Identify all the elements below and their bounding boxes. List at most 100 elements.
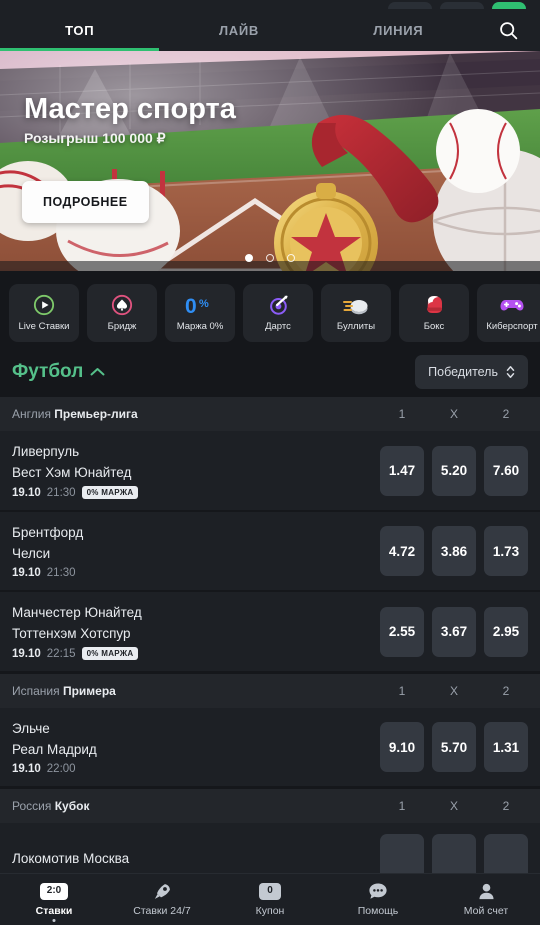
odds-col-1: 1 [398,684,406,699]
odd-button-x[interactable]: 5.20 [432,445,476,496]
nav-item-coupon[interactable]: 0 Купон [216,874,324,925]
odd-button-x[interactable]: 5.70 [432,722,476,773]
sport-name-label: Футбол [12,361,84,382]
odd-button-1[interactable]: 2.55 [380,606,424,657]
tab-line[interactable]: ЛИНИЯ [319,9,478,51]
odd-button-x[interactable]: 3.67 [432,606,476,657]
chevron-updown-icon [506,366,515,378]
odd-button-1[interactable]: 4.72 [380,526,424,577]
odds-group: 1.47 5.20 7.60 [380,445,528,496]
nav-item-help[interactable]: Помощь [324,874,432,925]
match-meta: 19.10 21:30 0% МАРЖА [12,486,370,500]
nav-item-my-account[interactable]: Мой счет [432,874,540,925]
odd-button-x[interactable]: 3.86 [432,526,476,577]
home-team: Брентфорд [12,525,84,541]
events-list[interactable]: Англия Премьер-лига 1 X 2 Ливерпуль Вест… [0,396,540,873]
banner-title: Мастер спорта [24,93,236,125]
league-country: Россия [12,799,52,814]
league-title: Англия Премьер-лига [12,407,138,421]
sport-collapse-toggle[interactable]: Футбол [12,361,105,383]
tab-sliver-1[interactable] [388,2,432,9]
match-teams: Локомотив Москва [12,849,370,870]
league-country: Испания [12,684,60,699]
category-bullets[interactable]: Буллиты [321,284,391,342]
odd-button-x[interactable] [432,834,476,873]
category-label: Буллиты [336,321,376,332]
odd-button-1[interactable] [380,834,424,873]
gamepad-icon [499,294,525,316]
market-selector[interactable]: Победитель [415,355,528,389]
nav-label: Ставки [35,904,73,917]
carousel-dot-3[interactable] [287,254,295,262]
category-bridge[interactable]: Бридж [87,284,157,342]
odd-button-2[interactable]: 1.73 [484,526,528,577]
category-label: Бокс [423,321,445,332]
category-label: Киберспорт [486,321,538,332]
odd-button-1[interactable]: 1.47 [380,445,424,496]
odds-column-headers: 1 X 2 [380,684,528,698]
home-team: Эльче [12,721,50,737]
match-teams: Эльче Реал Мадрид 19.10 22:00 [12,719,370,775]
category-label: Бридж [107,321,137,332]
nav-item-bets-247[interactable]: Ставки 24/7 [108,874,216,925]
person-icon [477,883,496,901]
quick-category-row[interactable]: Live Ставки Бридж 0 % Маржа 0% Дартс Бул… [0,279,540,347]
odds-column-headers: 1 X 2 [380,799,528,813]
tab-live[interactable]: ЛАЙВ [159,9,318,51]
category-zero-margin[interactable]: 0 % Маржа 0% [165,284,235,342]
category-boxing[interactable]: Бокс [399,284,469,342]
match-teams: Ливерпуль Вест Хэм Юнайтед 19.10 21:30 0… [12,442,370,500]
search-button[interactable] [478,9,540,51]
carousel-dot-2[interactable] [266,254,274,262]
home-team: Манчестер Юнайтед [12,605,142,621]
match-time: 22:00 [46,763,76,776]
league-header-england[interactable]: Англия Премьер-лига 1 X 2 [0,396,540,431]
league-header-russia[interactable]: Россия Кубок 1 X 2 [0,788,540,824]
coupon-count-container: 0 [259,883,281,901]
promo-banner[interactable]: Мастер спорта Розыгрыш 100 000 ₽ ПОДРОБН… [0,51,540,271]
odds-col-x: X [449,684,458,699]
zero-margin-badge: 0% МАРЖА [81,647,139,661]
banner-subtitle: Розыгрыш 100 000 ₽ [24,130,166,147]
away-team: Реал Мадрид [12,741,97,757]
match-row[interactable]: Локомотив Москва [0,823,540,873]
puck-icon [343,294,369,316]
match-row[interactable]: Брентфорд Челси 19.10 21:30 4.72 3.86 1.… [0,512,540,593]
odds-group [380,834,528,873]
odds-col-x: X [449,799,458,814]
odd-button-2[interactable]: 2.95 [484,606,528,657]
league-name: Кубок [54,799,90,814]
betting-app-screen: ТОП ЛАЙВ ЛИНИЯ Мастер спорта Розыгрыш 10… [0,0,540,925]
league-header-spain[interactable]: Испания Примера 1 X 2 [0,673,540,709]
tab-sliver-3[interactable] [492,2,526,9]
match-time: 21:30 [46,486,76,499]
rocket-icon [153,883,172,901]
tab-sliver-2[interactable] [440,2,484,9]
coupon-count-badge: 0 [259,883,281,900]
match-row[interactable]: Ливерпуль Вест Хэм Юнайтед 19.10 21:30 0… [0,431,540,513]
category-esports[interactable]: Киберспорт [477,284,540,342]
category-darts[interactable]: Дартс [243,284,313,342]
banner-details-button[interactable]: ПОДРОБНЕЕ [22,181,149,223]
tab-top-label: ТОП [65,22,95,38]
odd-button-2[interactable]: 7.60 [484,445,528,496]
sport-section-header: Футбол Победитель [0,352,540,392]
banner-artwork [0,51,540,271]
odds-col-2: 2 [502,799,510,814]
match-time: 21:30 [46,567,76,580]
tab-top[interactable]: ТОП [0,9,160,51]
odd-button-2[interactable]: 1.31 [484,722,528,773]
odd-button-2[interactable] [484,834,528,873]
league-country: Англия [12,407,51,421]
carousel-dot-1[interactable] [245,254,253,262]
odd-button-1[interactable]: 9.10 [380,722,424,773]
nav-item-bets[interactable]: 2:0 Ставки [0,874,108,925]
category-live-bets[interactable]: Live Ставки [9,284,79,342]
match-row[interactable]: Манчестер Юнайтед Тоттенхэм Хотспур 19.1… [0,592,540,674]
boxing-glove-icon [422,294,446,316]
zero-margin-badge: 0% МАРЖА [81,486,139,500]
odds-col-x: X [449,407,458,421]
main-tabbar: ТОП ЛАЙВ ЛИНИЯ [0,9,540,51]
match-row[interactable]: Эльче Реал Мадрид 19.10 22:00 9.10 5.70 … [0,708,540,789]
category-label: Дартс [265,321,291,332]
